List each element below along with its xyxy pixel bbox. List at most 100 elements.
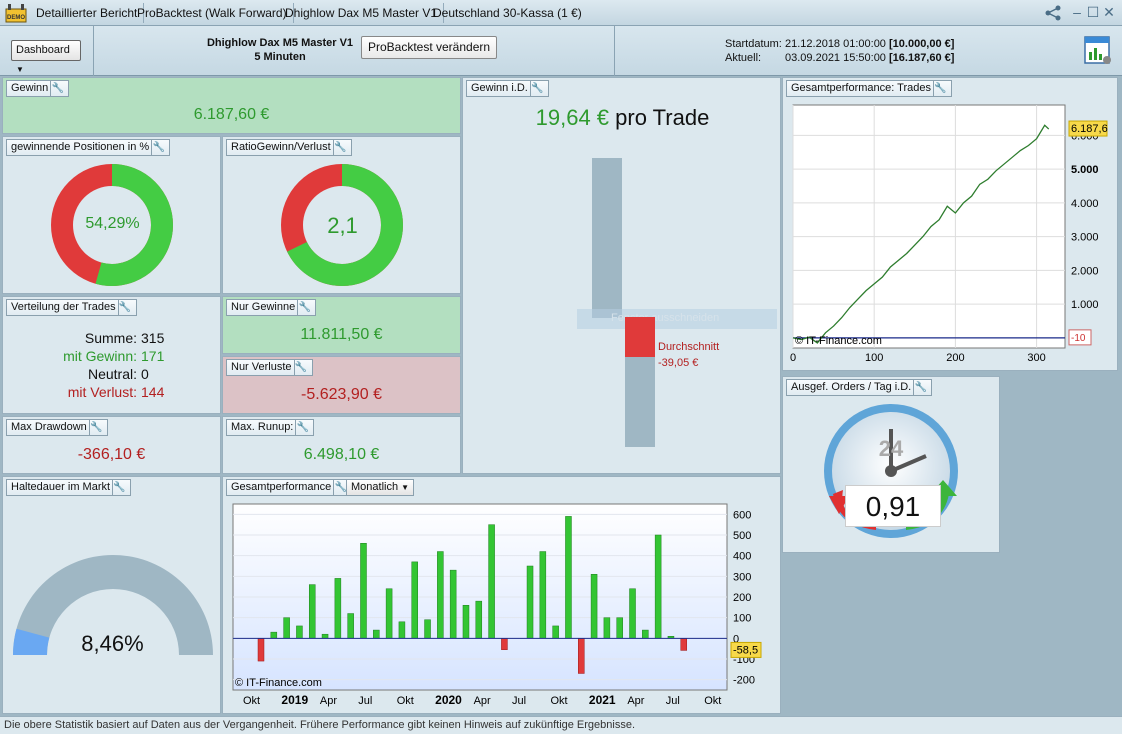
equity-xtick-label: 100 <box>865 352 883 364</box>
panel-monthly-performance: Gesamtperformance 🔧 Monatlich ▼ -200 -100 0… <box>222 476 781 714</box>
monthly-ytick-label: 600 <box>733 509 751 521</box>
tab-probacktest[interactable]: ProBacktest (Walk Forward) <box>131 3 294 23</box>
panel-title: Gewinn i.D. 🔧 <box>466 80 549 97</box>
average-label: Durchschnitt <box>658 341 720 353</box>
panel-winning-positions: gewinnende Positionen in % 🔧 54,29% <box>2 136 221 294</box>
wrench-icon[interactable]: 🔧 <box>297 300 311 315</box>
panel-title: Verteilung der Trades 🔧 <box>6 299 137 316</box>
close-icon[interactable]: ✕ <box>1102 4 1116 20</box>
current-label: Aktuell: <box>725 52 762 64</box>
monthly-bar <box>539 551 547 639</box>
monthly-xtick-label: 2020 <box>435 693 462 707</box>
hold-time-value: 8,46% <box>81 631 144 656</box>
monthly-bar <box>552 625 559 639</box>
panel-title: Nur Gewinne 🔧 <box>226 299 317 316</box>
wrench-icon[interactable]: 🔧 <box>529 81 544 96</box>
monthly-bar <box>616 617 623 639</box>
panel-trade-distribution: Verteilung der Trades 🔧 Summe: 315 mit Ge… <box>2 296 221 414</box>
panel-title: Haltedauer im Markt 🔧 <box>6 479 132 496</box>
wrench-icon[interactable]: 🔧 <box>88 420 103 435</box>
monthly-bar <box>347 613 354 639</box>
wrench-icon[interactable]: 🔧 <box>933 81 947 96</box>
current-date: 03.09.2021 15:50:00 <box>785 52 886 64</box>
wrench-icon[interactable]: 🔧 <box>151 140 165 155</box>
wrench-icon[interactable]: 🔧 <box>293 360 308 375</box>
ghost-menu-item: Fenster ausschneiden <box>577 309 777 329</box>
monthly-bar <box>334 578 342 639</box>
monthly-bar <box>565 516 572 639</box>
panel-title: Nur Verluste 🔧 <box>226 359 313 376</box>
dashboard-dropdown[interactable]: Dashboard ▼ <box>11 40 81 74</box>
monthly-bar <box>424 619 431 639</box>
panel-only-gains: Nur Gewinne 🔧 11.811,50 € <box>222 296 461 354</box>
monthly-bar <box>680 638 688 651</box>
panel-title: Gesamtperformance: Trades 🔧 <box>786 80 953 97</box>
tab-instrument[interactable]: Deutschland 30-Kassa (1 €) <box>427 3 588 23</box>
monthly-xtick-label: 2019 <box>281 693 308 707</box>
maximize-icon[interactable]: ☐ <box>1086 4 1100 20</box>
monthly-last-value-label: -58,5 <box>733 644 758 656</box>
panel-title: Max. Runup: 🔧 <box>226 419 315 436</box>
equity-ytick-label: 5.000 <box>1071 164 1099 176</box>
monthly-bar <box>654 534 662 639</box>
monthly-bar <box>283 617 290 639</box>
monthly-ytick-label: 500 <box>733 530 751 542</box>
tab-bar: DEMO Detaillierter Bericht ProBacktest (… <box>0 0 1122 26</box>
monthly-bar <box>411 561 418 639</box>
panel-title: Ausgef. Orders / Tag i.D. 🔧 <box>786 379 933 396</box>
monthly-bar <box>437 551 444 639</box>
equity-plot-area <box>792 104 1066 349</box>
wrench-icon[interactable]: 🔧 <box>117 300 132 315</box>
panel-title: RatioGewinn/Verlust 🔧 <box>226 139 352 156</box>
disclaimer-footer: Die obere Statistik basiert auf Daten au… <box>0 716 1122 734</box>
wrench-icon[interactable]: 🔧 <box>913 380 927 395</box>
neutral-label: Neutral: <box>87 366 137 382</box>
monthly-xtick-label: Apr <box>474 695 491 707</box>
panel-hold-time: Haltedauer im Markt 🔧 8,46% <box>2 476 221 714</box>
tab-detailed-report[interactable]: Detaillierter Bericht <box>30 3 145 23</box>
only-losses-value: -5.623,90 € <box>301 386 382 403</box>
monthly-xtick-label: Okt <box>550 695 567 707</box>
monthly-bar <box>308 584 316 639</box>
equity-copyright: © IT-Finance.com <box>795 335 882 347</box>
report-settings-icon[interactable] <box>1083 34 1113 66</box>
current-capital: [16.187,60 €] <box>889 52 955 64</box>
average-loss-bar <box>625 317 655 357</box>
period-dropdown[interactable]: Monatlich ▼ <box>346 479 415 496</box>
panel-title: Max Drawdown 🔧 <box>6 419 108 436</box>
modify-backtest-button[interactable]: ProBacktest verändern <box>361 36 497 59</box>
monthly-bar <box>257 638 265 662</box>
monthly-bar <box>475 600 483 639</box>
monthly-bar <box>642 629 649 639</box>
panel-gain-average: Gewinn i.D. 🔧 19,64 € pro Trade Fenster a… <box>462 77 781 474</box>
equity-ytick-label: 4.000 <box>1071 198 1099 210</box>
loss-bar <box>625 357 655 447</box>
wrench-icon[interactable]: 🔧 <box>295 420 309 435</box>
monthly-ytick-label: 300 <box>733 571 751 583</box>
svg-text:DEMO: DEMO <box>7 15 25 21</box>
monthly-chart: -200-1000100200300400500600Okt 2019 Apr Jul… <box>232 503 762 707</box>
strategy-name: Dhighlow Dax M5 Master V1 <box>206 37 354 49</box>
gewinn-value: 6.187,60 € <box>193 106 270 123</box>
monthly-xtick-label: Apr <box>627 695 644 707</box>
tab-strategy[interactable]: Dhighlow Dax M5 Master V1 <box>279 3 445 23</box>
gain-per-trade: 19,64 € pro Trade <box>535 105 710 130</box>
wrench-icon[interactable]: 🔧 <box>332 140 347 155</box>
equity-chart: 1.0002.0003.0004.0005.0006.0000100200300… <box>790 104 1108 364</box>
panel-max-drawdown: Max Drawdown 🔧 -366,10 € <box>2 416 221 474</box>
monthly-bar <box>488 524 495 639</box>
wrench-icon[interactable]: 🔧 <box>50 81 64 96</box>
minimize-icon[interactable]: – <box>1070 4 1084 20</box>
monthly-xtick-label: Jul <box>666 695 680 707</box>
monthly-bar <box>270 631 278 639</box>
wrench-icon[interactable]: 🔧 <box>112 480 126 495</box>
svg-text:24: 24 <box>879 436 904 461</box>
monthly-ytick-label: 400 <box>733 551 751 563</box>
monthly-xtick-label: Jul <box>358 695 372 707</box>
sum-value: 315 <box>141 330 165 346</box>
monthly-bar <box>398 621 406 639</box>
share-icon[interactable] <box>1044 5 1062 21</box>
winning-pct-value: 54,29% <box>85 215 140 232</box>
average-value: -39,05 € <box>658 357 699 369</box>
monthly-bar <box>296 625 303 639</box>
